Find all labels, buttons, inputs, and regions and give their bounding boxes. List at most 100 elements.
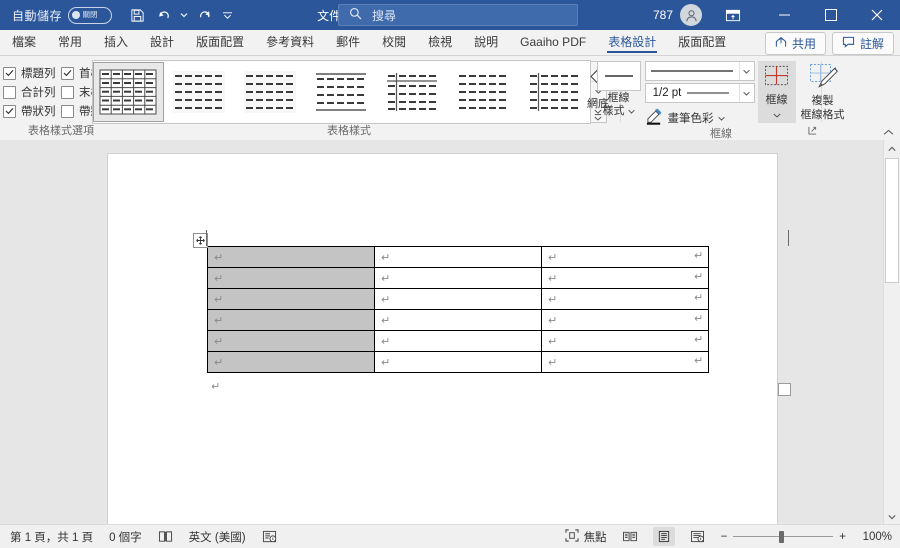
borders-button[interactable]: 框線 [757,61,796,123]
border-style-chevron-down-icon[interactable] [738,62,754,80]
zoom-track[interactable] [733,530,834,543]
autosave-control[interactable]: 自動儲存 關閉 [8,4,116,26]
checkbox-banded-rows[interactable]: 帶狀列 [3,103,61,119]
scroll-up-icon[interactable] [884,140,900,157]
line-style-button[interactable]: 框線 樣式 [596,61,642,117]
dialog-launcher-icon[interactable] [808,124,817,138]
read-mode-icon[interactable] [619,527,641,546]
tab-layout[interactable]: 版面配置 [185,30,255,55]
avatar[interactable] [680,4,702,26]
table-style-thumbnail[interactable] [164,62,235,122]
document-table-wrapper[interactable]: ↵ ↵ ↵ ↵ ↵ ↵ ↵ ↵ ↵ ↵ ↵ ↵ ↵ ↵ ↵ ↵ ↵ ↵ ↵ ↵ … [193,230,791,396]
table-cell[interactable]: ↵ [374,246,542,268]
line-style-chevron-down-icon[interactable] [627,105,635,117]
tab-review[interactable]: 校閱 [371,30,417,55]
tab-gaaiho-pdf[interactable]: Gaaiho PDF [509,30,597,55]
line-weight-combo[interactable]: 1/2 pt [644,83,755,103]
table-cell[interactable]: ↵ [207,267,375,289]
web-layout-icon[interactable] [687,527,709,546]
document-table[interactable]: ↵ ↵ ↵ ↵ ↵ ↵ ↵ ↵ ↵ ↵ ↵ ↵ ↵ ↵ ↵ ↵ ↵ ↵ [207,246,709,373]
search-input[interactable]: 搜尋 [338,4,578,26]
zoom-out-button[interactable]: − [721,531,728,543]
table-cell[interactable]: ↵ [374,309,542,331]
pen-color-chevron-down-icon[interactable] [717,112,725,124]
tab-table-layout[interactable]: 版面配置 [667,30,737,55]
tab-help[interactable]: 說明 [463,30,509,55]
table-cell[interactable]: ↵ [541,288,709,310]
undo-dropdown-icon[interactable] [178,3,190,27]
table-style-thumbnail[interactable] [448,62,519,122]
undo-icon[interactable] [151,3,177,27]
zoom-level[interactable]: 100% [858,531,892,543]
maximize-button[interactable] [808,0,854,30]
table-row[interactable]: ↵ ↵ ↵ [207,330,709,352]
line-weight-chevron-down-icon[interactable] [738,84,754,102]
border-style-combo[interactable] [644,61,755,81]
close-button[interactable] [854,0,900,30]
pen-color-button[interactable]: 畫筆色彩 [645,108,755,128]
autosave-state-label: 關閉 [82,10,98,19]
table-row[interactable]: ↵ ↵ ↵ [207,267,709,289]
comments-button[interactable]: 註解 [831,32,894,55]
table-cell[interactable]: ↵ [207,246,375,268]
table-row[interactable]: ↵ ↵ ↵ [207,288,709,310]
minimize-button[interactable] [762,0,808,30]
borders-button-chevron-down-icon[interactable] [772,107,781,121]
table-row[interactable]: ↵ ↵ ↵ [207,351,709,373]
table-styles-gallery[interactable] [91,60,591,124]
table-cell[interactable]: ↵ [541,309,709,331]
table-style-thumbnail[interactable] [377,62,448,122]
share-button[interactable]: 共用 [764,32,826,55]
table-cell[interactable]: ↵ [541,351,709,373]
tab-table-design[interactable]: 表格設計 [597,30,667,55]
table-cell[interactable]: ↵ [374,330,542,352]
table-row[interactable]: ↵ ↵ ↵ [207,309,709,331]
tab-references[interactable]: 參考資料 [255,30,325,55]
table-row[interactable]: ↵ ↵ ↵ [207,246,709,268]
table-style-thumbnail[interactable] [92,62,164,122]
table-cell[interactable]: ↵ [374,351,542,373]
print-layout-icon[interactable] [652,527,675,546]
zoom-in-button[interactable]: + [839,531,846,543]
table-style-thumbnail[interactable] [306,62,377,122]
checkbox-header-row[interactable]: 標題列 [3,65,61,81]
document-page[interactable]: ↵ ↵ ↵ ↵ ↵ ↵ ↵ ↵ ↵ ↵ ↵ ↵ ↵ ↵ ↵ ↵ ↵ ↵ ↵ ↵ … [108,154,791,525]
language-indicator[interactable]: 英文 (美國) [189,529,246,545]
table-cell[interactable]: ↵ [374,288,542,310]
zoom-slider[interactable]: − + [721,530,846,543]
scroll-down-icon[interactable] [884,508,900,525]
tab-view[interactable]: 檢視 [417,30,463,55]
border-painter-button[interactable]: 複製 框線格式 [799,61,847,121]
tab-home[interactable]: 常用 [47,30,93,55]
zoom-slider-handle[interactable] [779,530,785,543]
word-count[interactable]: 0 個字 [109,529,142,545]
table-cell[interactable]: ↵ [541,267,709,289]
table-cell[interactable]: ↵ [207,330,375,352]
table-cell[interactable]: ↵ [207,309,375,331]
save-icon[interactable] [124,3,150,27]
ribbon-display-options-icon[interactable] [716,3,750,27]
ribbon-collapse-icon[interactable] [883,125,894,139]
table-cell[interactable]: ↵ [541,330,709,352]
tab-insert[interactable]: 插入 [93,30,139,55]
page-info[interactable]: 第 1 頁，共 1 頁 [10,529,93,545]
document-workspace[interactable]: ↵ ↵ ↵ ↵ ↵ ↵ ↵ ↵ ↵ ↵ ↵ ↵ ↵ ↵ ↵ ↵ ↵ ↵ ↵ ↵ … [0,140,900,525]
ribbon: 標題列 首欄 合計列 末欄 帶狀列 表格樣式選項 表格樣式 網底 框線 樣式 1… [0,56,900,141]
table-cell[interactable]: ↵ [207,288,375,310]
vertical-scrollbar[interactable] [883,140,900,525]
tab-mailings[interactable]: 郵件 [325,30,371,55]
table-style-thumbnail[interactable] [235,62,306,122]
tab-file[interactable]: 檔案 [0,30,47,55]
scrollbar-thumb[interactable] [885,158,899,283]
table-cell[interactable]: ↵ [541,246,709,268]
focus-button[interactable]: 焦點 [565,528,607,545]
table-cell[interactable]: ↵ [374,267,542,289]
accessibility-icon[interactable] [262,530,277,544]
autosave-toggle[interactable]: 關閉 [68,6,113,24]
customize-quick-access-toolbar-icon[interactable] [218,3,236,27]
tab-design[interactable]: 設計 [139,30,185,55]
redo-icon[interactable] [191,3,217,27]
proofing-icon[interactable] [158,530,173,544]
checkbox-total-row[interactable]: 合計列 [3,84,61,100]
table-cell[interactable]: ↵ [207,351,375,373]
